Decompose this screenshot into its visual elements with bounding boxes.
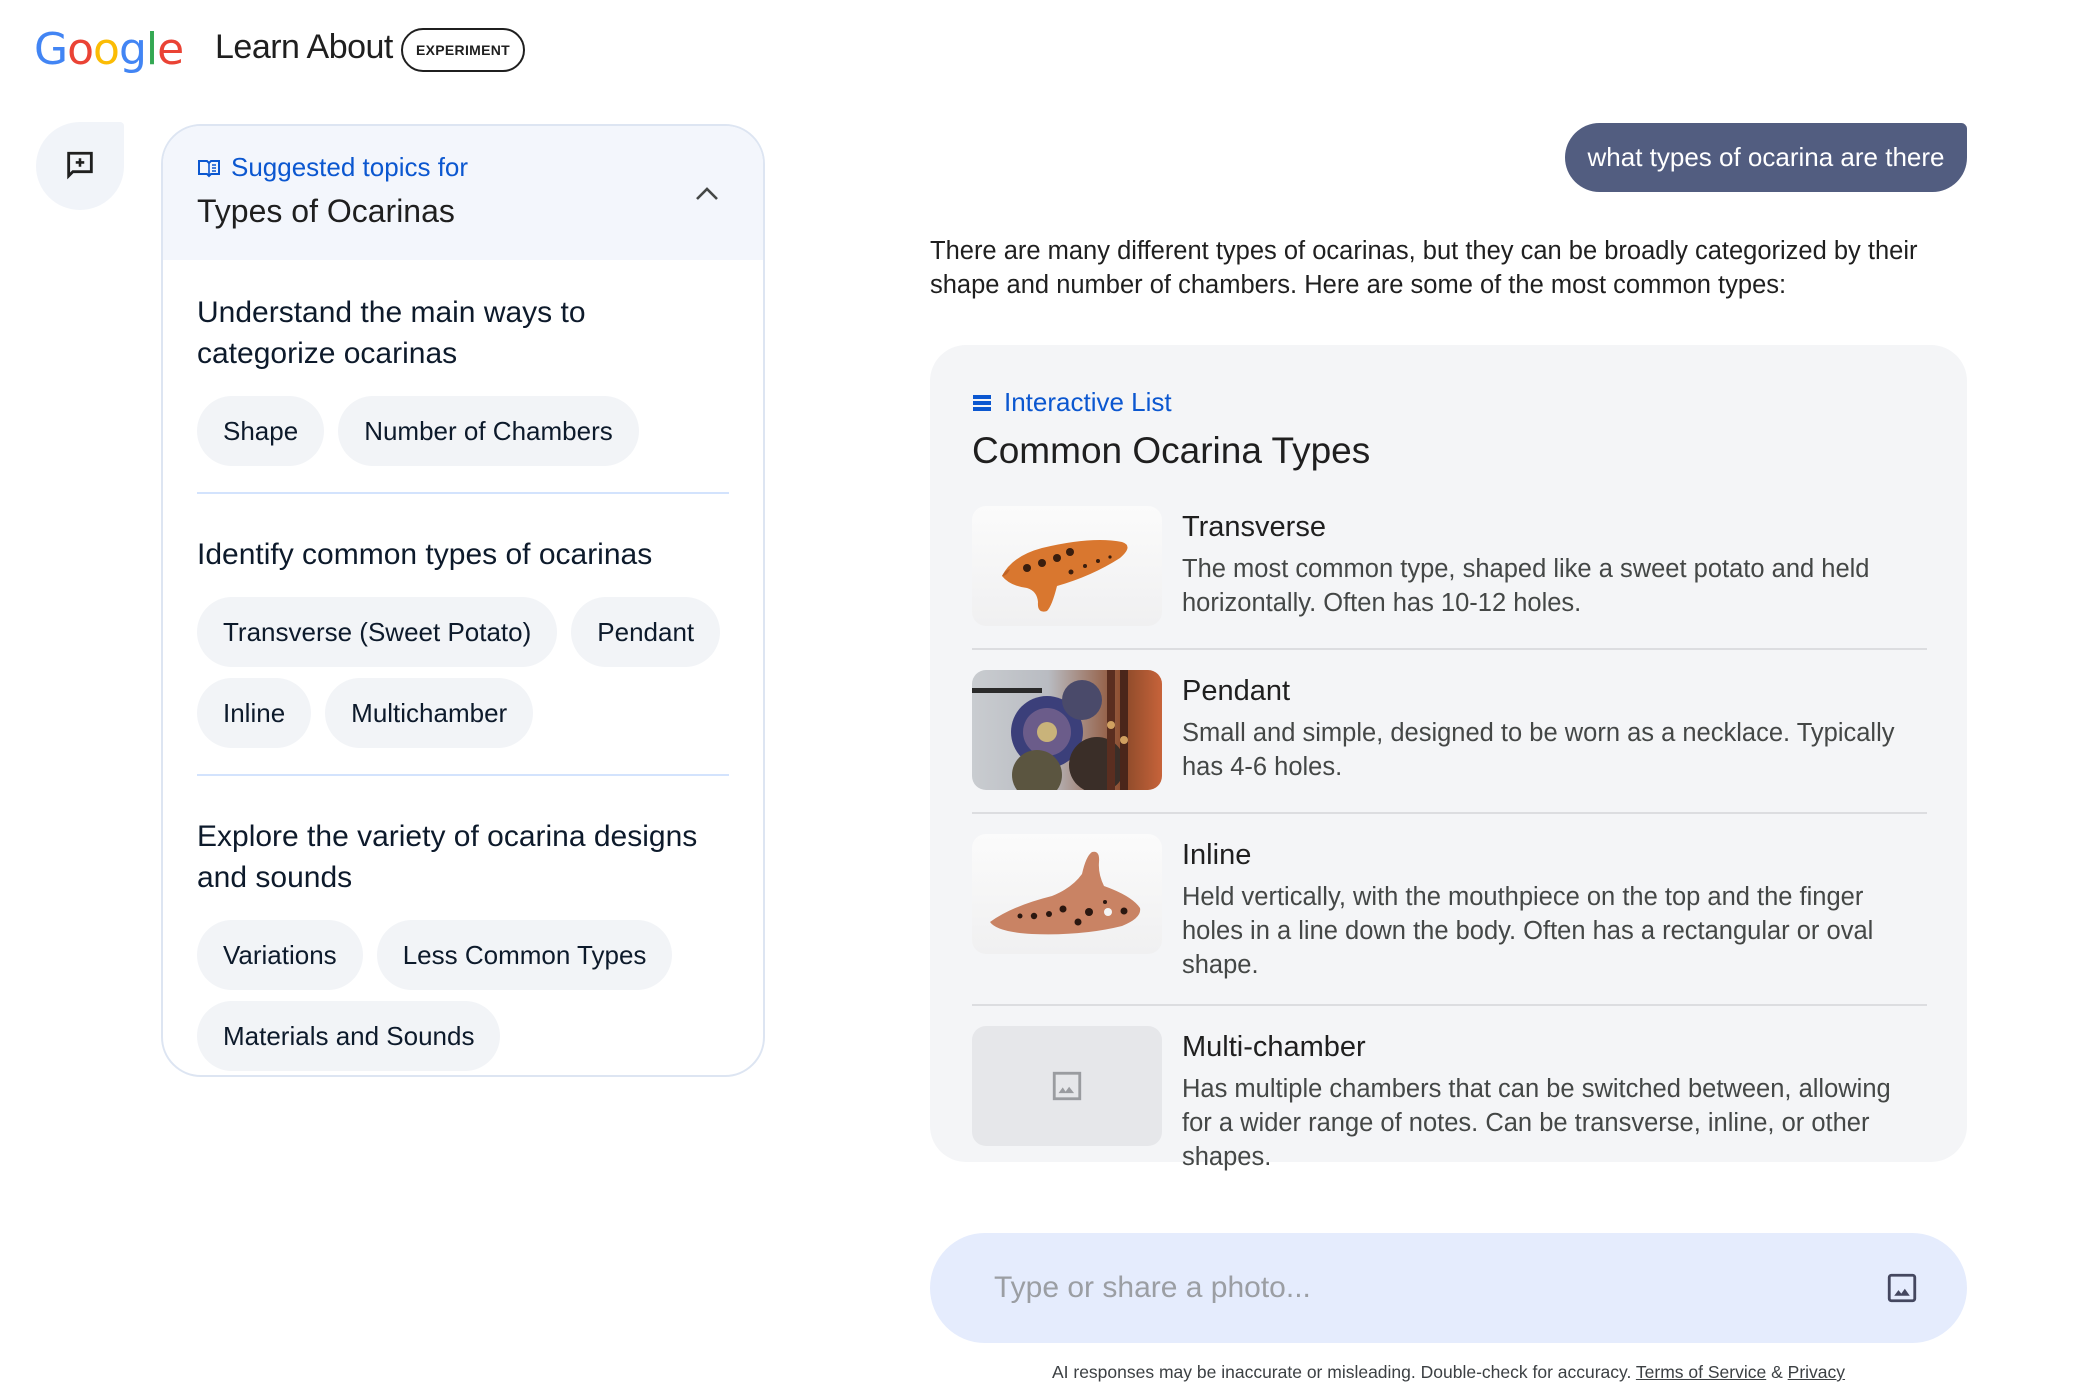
share-photo-button[interactable]	[1877, 1263, 1927, 1313]
book-icon	[198, 159, 220, 177]
section-title: Explore the variety of ocarina designs a…	[197, 820, 698, 894]
image-placeholder	[972, 1026, 1162, 1146]
privacy-link[interactable]: Privacy	[1788, 1362, 1845, 1382]
suggested-topics-panel: Suggested topics for Types of Ocarinas U…	[161, 124, 765, 1077]
terms-link[interactable]: Terms of Service	[1636, 1362, 1766, 1382]
list-item[interactable]: Transverse The most common type, shaped …	[972, 506, 1927, 648]
chip-group: Shape Number of Chambers	[197, 396, 729, 466]
topic-chip[interactable]: Less Common Types	[376, 920, 673, 990]
app-title: Learn About	[215, 28, 393, 66]
panel-title: Types of Ocarinas	[197, 193, 455, 229]
list-item-description: Small and simple, designed to be worn as…	[1182, 719, 1895, 781]
list-item[interactable]: Pendant Small and simple, designed to be…	[972, 648, 1927, 812]
topic-chip[interactable]: Pendant	[571, 597, 721, 667]
panel-body: Understand the main ways to categorize o…	[163, 260, 763, 1071]
logo-letter: G	[34, 24, 68, 75]
logo-letter: o	[67, 24, 94, 75]
response-intro-text: There are many different types of ocarin…	[930, 237, 1918, 299]
card-kicker-label: Interactive List	[1004, 387, 1172, 417]
interactive-list-card: Interactive List Common Ocarina Types Tr…	[930, 345, 1967, 1171]
panel-header: Suggested topics for Types of Ocarinas	[163, 126, 763, 260]
list-item-description: Held vertically, with the mouthpiece on …	[1182, 883, 1874, 979]
chip-group: Variations Less Common Types Materials a…	[197, 920, 729, 1071]
pendant-ocarina-photo	[972, 670, 1162, 790]
list-item-text: Inline Held vertically, with the mouthpi…	[1182, 834, 1927, 982]
list-item-text: Transverse The most common type, shaped …	[1182, 506, 1927, 626]
logo-letter: e	[157, 24, 184, 75]
chat-input-bar	[930, 1233, 1967, 1343]
panel-kicker: Suggested topics for	[197, 152, 729, 183]
experiment-badge: EXPERIMENT	[401, 28, 525, 72]
topic-section: Understand the main ways to categorize o…	[197, 282, 729, 466]
google-logo[interactable]: Google	[34, 24, 184, 75]
list-item-title: Pendant	[1182, 675, 1291, 707]
footer-disclaimer: AI responses may be inaccurate or mislea…	[930, 1362, 1967, 1383]
user-message-bubble: what types of ocarina are there	[1565, 123, 1967, 192]
topic-chip[interactable]: Shape	[197, 396, 325, 466]
transverse-ocarina-photo	[972, 506, 1162, 626]
list-item-title: Multi-chamber	[1182, 1031, 1366, 1063]
inline-ocarina-photo	[972, 834, 1162, 954]
section-title: Identify common types of ocarinas	[197, 538, 653, 571]
logo-letter: l	[145, 24, 158, 75]
collapse-button[interactable]	[687, 174, 727, 214]
image-placeholder-icon	[1052, 1071, 1082, 1101]
image-upload-icon	[1887, 1273, 1917, 1303]
topic-chip[interactable]: Transverse (Sweet Potato)	[197, 597, 558, 667]
topic-chip[interactable]: Number of Chambers	[338, 396, 639, 466]
topic-chip[interactable]: Multichamber	[325, 678, 534, 748]
card-kicker: Interactive List	[972, 387, 1925, 418]
chevron-up-icon	[696, 187, 718, 200]
list-item-title: Transverse	[1182, 511, 1326, 543]
card-title: Common Ocarina Types	[972, 430, 1371, 471]
list-item-description: The most common type, shaped like a swee…	[1182, 555, 1870, 617]
section-title: Understand the main ways to categorize o…	[197, 296, 586, 370]
new-chat-button[interactable]	[36, 122, 124, 210]
logo-letter: o	[93, 24, 120, 75]
list-item[interactable]: Multi-chamber Has multiple chambers that…	[972, 1004, 1927, 1174]
disclaimer-text: AI responses may be inaccurate or mislea…	[1051, 1362, 1632, 1382]
topic-chip[interactable]: Inline	[197, 678, 312, 748]
ocarina-type-list: Transverse The most common type, shaped …	[972, 506, 1927, 1174]
panel-kicker-label: Suggested topics for	[231, 152, 469, 182]
topic-section: Identify common types of ocarinas Transv…	[197, 492, 729, 748]
list-item-description: Has multiple chambers that can be switch…	[1182, 1075, 1891, 1171]
list-item-text: Pendant Small and simple, designed to be…	[1182, 670, 1927, 790]
topic-chip[interactable]: Materials and Sounds	[197, 1001, 501, 1071]
topic-chip[interactable]: Variations	[197, 920, 363, 990]
list-icon	[973, 394, 991, 411]
topic-section: Explore the variety of ocarina designs a…	[197, 774, 729, 1071]
list-item-text: Multi-chamber Has multiple chambers that…	[1182, 1026, 1927, 1174]
new-chat-icon	[67, 151, 93, 180]
footer-separator: &	[1771, 1362, 1783, 1382]
list-item-title: Inline	[1182, 839, 1252, 871]
chip-group: Transverse (Sweet Potato) Pendant Inline…	[197, 597, 729, 748]
list-item[interactable]: Inline Held vertically, with the mouthpi…	[972, 812, 1927, 1004]
chat-input[interactable]	[994, 1271, 1877, 1305]
logo-letter: g	[118, 24, 147, 75]
